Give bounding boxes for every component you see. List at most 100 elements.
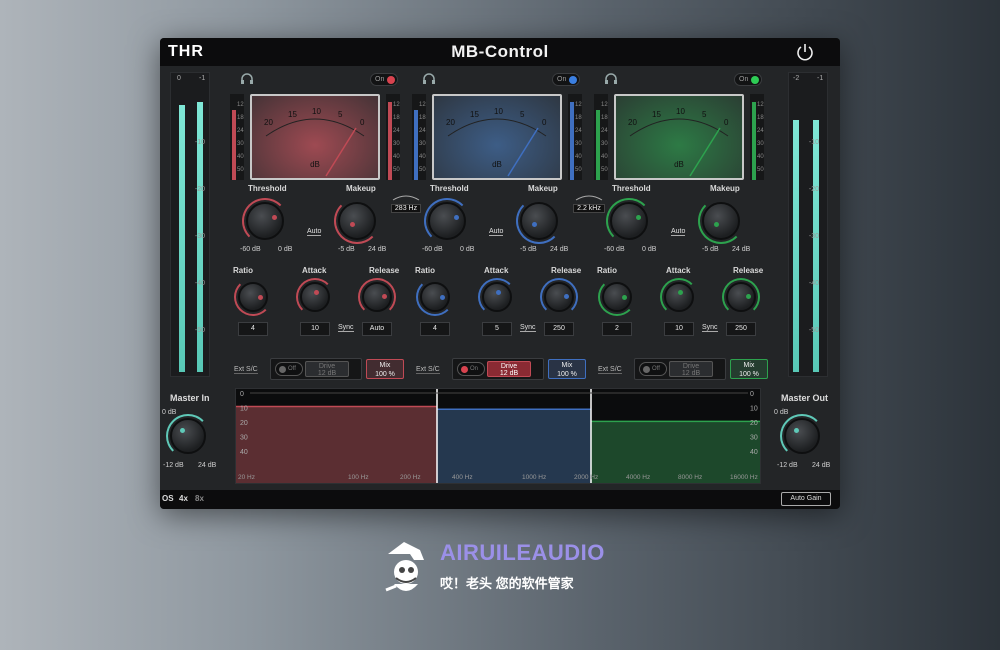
attack-knob[interactable] [664, 282, 694, 312]
ext-toggle-led [643, 366, 650, 373]
drive-button[interactable]: Drive 12 dB [305, 361, 349, 377]
attack-knob[interactable] [300, 282, 330, 312]
band-meter-scale: 12 [757, 102, 764, 108]
knob-indicator [532, 222, 537, 227]
threshold-max: 0 dB [642, 246, 657, 253]
auto-gain-button[interactable]: Auto Gain [781, 492, 831, 506]
band-meter-scale: 40 [393, 154, 400, 160]
release-knob[interactable] [726, 282, 756, 312]
ext-sidechain-label: Ext S/C [416, 366, 440, 374]
oversampling-8x[interactable]: 8x [195, 494, 204, 503]
crossover-low-mid[interactable]: 283 Hz [391, 194, 421, 213]
ratio-value[interactable]: 4 [238, 322, 268, 336]
attack-value[interactable]: 5 [482, 322, 512, 336]
band-input-meter-fill [232, 110, 236, 180]
release-value[interactable]: 250 [544, 322, 574, 336]
drive-button[interactable]: Drive 12 dB [487, 361, 531, 377]
band-graph[interactable]: 0 10 20 30 40 0 10 20 30 40 20 Hz 100 Hz 200 Hz 400 H… [235, 388, 761, 484]
knob-indicator [258, 295, 263, 300]
release-sync-toggle[interactable]: Sync [338, 324, 354, 332]
headphones-icon[interactable] [422, 72, 436, 84]
master-out-value: 0 dB [774, 409, 789, 416]
band-power-led [751, 76, 759, 84]
output-meter-tick: -50 [808, 327, 819, 334]
makeup-auto-toggle[interactable]: Auto [489, 228, 504, 236]
threshold-knob[interactable] [246, 202, 284, 240]
band-3: On 12 18 24 30 40 50 12 18 24 30 40 50 20 15 10 5 … [592, 68, 774, 386]
knob-indicator [350, 222, 355, 227]
drive-button[interactable]: Drive 12 dB [669, 361, 713, 377]
attack-value[interactable]: 10 [300, 322, 330, 336]
branding: AIRUILEAUDIO 哎！老头 您的软件管家 [380, 540, 630, 600]
master-in-knob[interactable] [170, 418, 206, 454]
graph-freq-label: 20 Hz [238, 474, 255, 481]
ratio-label: Ratio [233, 266, 253, 275]
drive-value: 12 dB [681, 370, 701, 377]
mix-button[interactable]: Mix 100 % [730, 359, 768, 379]
threshold-min: -60 dB [240, 246, 261, 253]
band-gr-meter: 12 18 24 30 40 50 [750, 94, 764, 180]
band-power-toggle[interactable]: On [370, 73, 398, 86]
release-sync-toggle[interactable]: Sync [702, 324, 718, 332]
crossover-mid-high[interactable]: 2.2 kHz [573, 194, 605, 213]
ratio-value[interactable]: 4 [420, 322, 450, 336]
graph-freq-label: 100 Hz [348, 474, 369, 481]
band-gr-meter: 12 18 24 30 40 50 [568, 94, 582, 180]
mix-button[interactable]: Mix 100 % [366, 359, 404, 379]
ratio-knob[interactable] [238, 282, 268, 312]
release-value[interactable]: Auto [362, 322, 392, 336]
band-graph-svg: 0 10 20 30 40 0 10 20 30 40 20 Hz 100 Hz 200 Hz 400 H… [236, 389, 760, 483]
input-meter: 0 -1 -10 -20 -30 -40 -50 [170, 72, 210, 377]
mix-button[interactable]: Mix 100 % [548, 359, 586, 379]
makeup-label: Makeup [710, 184, 740, 193]
input-meter-tick: -10 [194, 139, 205, 146]
threshold-knob[interactable] [428, 202, 466, 240]
band-power-label: On [557, 76, 567, 83]
headphones-icon[interactable] [604, 72, 618, 84]
attack-value[interactable]: 10 [664, 322, 694, 336]
power-icon[interactable] [795, 42, 815, 62]
band-power-toggle[interactable]: On [552, 73, 580, 86]
graph-freq-label: 200 Hz [400, 474, 421, 481]
band-meter-scale: 50 [393, 167, 400, 173]
master-out-knob[interactable] [784, 418, 820, 454]
ratio-knob[interactable] [602, 282, 632, 312]
headphones-icon[interactable] [240, 72, 254, 84]
attack-label: Attack [666, 266, 691, 275]
release-knob[interactable] [362, 282, 392, 312]
release-knob[interactable] [544, 282, 574, 312]
makeup-knob[interactable] [702, 202, 740, 240]
threshold-knob[interactable] [610, 202, 648, 240]
ratio-knob[interactable] [420, 282, 450, 312]
band-input-meter: 12 18 24 30 40 50 [412, 94, 426, 180]
makeup-auto-toggle[interactable]: Auto [671, 228, 686, 236]
vu-meter: 20 15 10 5 0 dB [250, 94, 380, 180]
band-meter-scale: 30 [601, 141, 608, 147]
drive-label: Drive [500, 363, 518, 370]
release-value[interactable]: 250 [726, 322, 756, 336]
band-gr-meter-fill [570, 102, 574, 180]
drive-group: Off Drive 12 dB [634, 358, 726, 380]
release-sync-toggle[interactable]: Sync [520, 324, 536, 332]
attack-knob[interactable] [482, 282, 512, 312]
makeup-knob[interactable] [338, 202, 376, 240]
ext-sidechain-toggle[interactable]: Off [639, 362, 667, 376]
drive-label: Drive [318, 363, 336, 370]
oversampling-4x[interactable]: 4x [179, 494, 188, 503]
band-power-toggle[interactable]: On [734, 73, 762, 86]
ext-toggle-label: On [470, 366, 479, 372]
ext-sidechain-toggle[interactable]: On [457, 362, 485, 376]
makeup-min: -5 dB [520, 246, 537, 253]
vu-scale-label: 20 [628, 118, 637, 127]
makeup-knob[interactable] [520, 202, 558, 240]
band-meter-scale: 24 [237, 128, 244, 134]
vu-meter: 20 15 10 5 0 dB [432, 94, 562, 180]
ratio-value[interactable]: 2 [602, 322, 632, 336]
band-2: On 12 18 24 30 40 50 12 18 24 30 40 50 20 15 10 5 … [410, 68, 592, 386]
ext-sidechain-toggle[interactable]: Off [275, 362, 303, 376]
band-meter-scale: 18 [757, 115, 764, 121]
master-in-label: Master In [170, 393, 210, 403]
makeup-auto-toggle[interactable]: Auto [307, 228, 322, 236]
master-in-max: 24 dB [198, 462, 217, 469]
knob-indicator [746, 294, 751, 299]
